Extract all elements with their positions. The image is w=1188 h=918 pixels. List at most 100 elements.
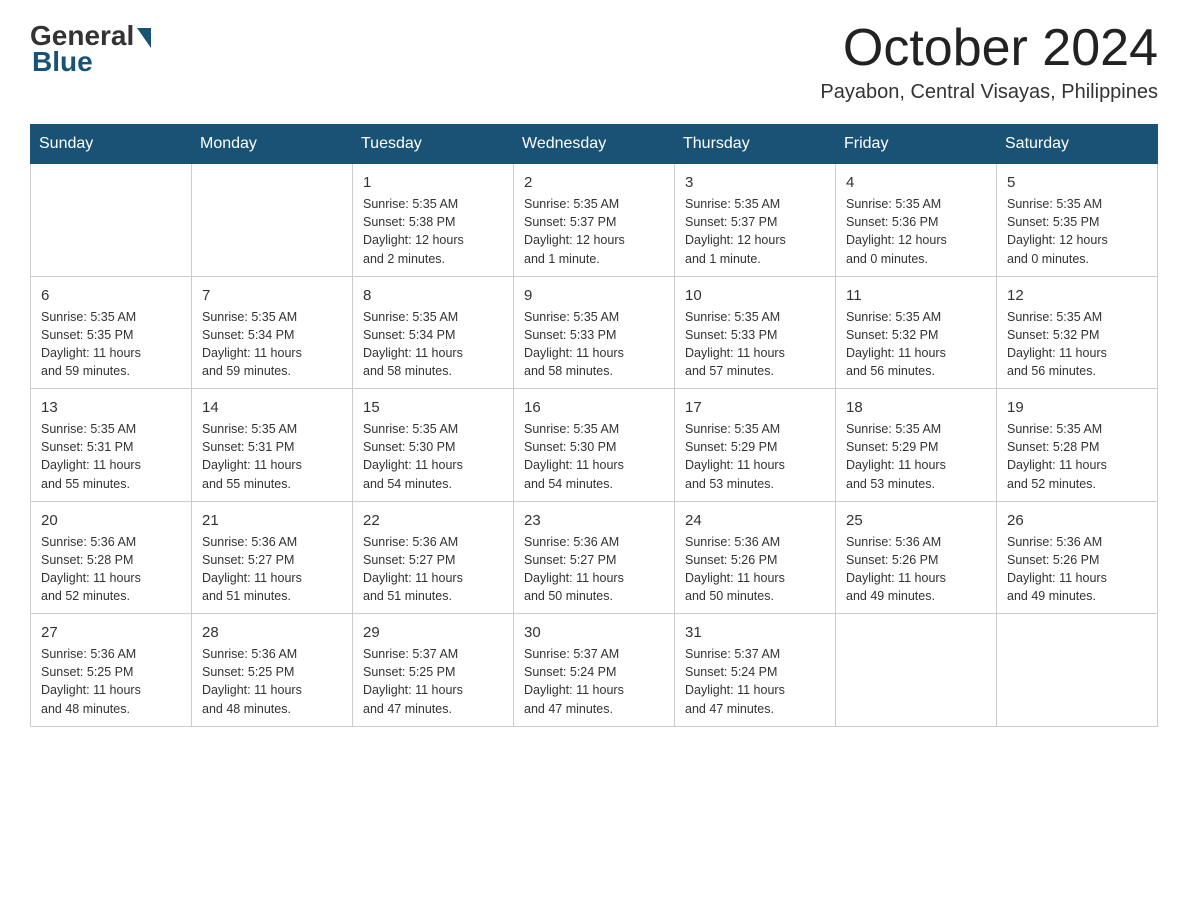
calendar-table: SundayMondayTuesdayWednesdayThursdayFrid…: [30, 124, 1158, 727]
calendar-cell: 18Sunrise: 5:35 AM Sunset: 5:29 PM Dayli…: [836, 389, 997, 502]
day-info: Sunrise: 5:37 AM Sunset: 5:25 PM Dayligh…: [363, 645, 503, 718]
day-info: Sunrise: 5:35 AM Sunset: 5:32 PM Dayligh…: [846, 308, 986, 381]
calendar-cell: [192, 164, 353, 277]
day-info: Sunrise: 5:36 AM Sunset: 5:27 PM Dayligh…: [202, 533, 342, 606]
day-number: 21: [202, 510, 342, 531]
calendar-cell: 28Sunrise: 5:36 AM Sunset: 5:25 PM Dayli…: [192, 614, 353, 727]
calendar-cell: 12Sunrise: 5:35 AM Sunset: 5:32 PM Dayli…: [997, 276, 1158, 389]
day-info: Sunrise: 5:35 AM Sunset: 5:30 PM Dayligh…: [363, 420, 503, 493]
logo-blue-text: Blue: [32, 46, 93, 78]
day-info: Sunrise: 5:35 AM Sunset: 5:29 PM Dayligh…: [846, 420, 986, 493]
calendar-cell: 2Sunrise: 5:35 AM Sunset: 5:37 PM Daylig…: [514, 164, 675, 277]
calendar-cell: 21Sunrise: 5:36 AM Sunset: 5:27 PM Dayli…: [192, 501, 353, 614]
calendar-week-row: 6Sunrise: 5:35 AM Sunset: 5:35 PM Daylig…: [31, 276, 1158, 389]
day-number: 29: [363, 622, 503, 643]
day-info: Sunrise: 5:35 AM Sunset: 5:28 PM Dayligh…: [1007, 420, 1147, 493]
calendar-week-row: 13Sunrise: 5:35 AM Sunset: 5:31 PM Dayli…: [31, 389, 1158, 502]
day-number: 12: [1007, 285, 1147, 306]
day-info: Sunrise: 5:35 AM Sunset: 5:32 PM Dayligh…: [1007, 308, 1147, 381]
title-section: October 2024 Payabon, Central Visayas, P…: [820, 20, 1158, 104]
day-info: Sunrise: 5:36 AM Sunset: 5:26 PM Dayligh…: [685, 533, 825, 606]
day-info: Sunrise: 5:35 AM Sunset: 5:33 PM Dayligh…: [524, 308, 664, 381]
day-info: Sunrise: 5:36 AM Sunset: 5:27 PM Dayligh…: [524, 533, 664, 606]
calendar-cell: 17Sunrise: 5:35 AM Sunset: 5:29 PM Dayli…: [675, 389, 836, 502]
location-title: Payabon, Central Visayas, Philippines: [820, 81, 1158, 104]
day-number: 1: [363, 172, 503, 193]
day-number: 23: [524, 510, 664, 531]
weekday-header-saturday: Saturday: [997, 125, 1158, 164]
calendar-cell: 16Sunrise: 5:35 AM Sunset: 5:30 PM Dayli…: [514, 389, 675, 502]
weekday-header-sunday: Sunday: [31, 125, 192, 164]
page-header: General Blue October 2024 Payabon, Centr…: [30, 20, 1158, 104]
calendar-cell: 13Sunrise: 5:35 AM Sunset: 5:31 PM Dayli…: [31, 389, 192, 502]
day-number: 8: [363, 285, 503, 306]
calendar-cell: 23Sunrise: 5:36 AM Sunset: 5:27 PM Dayli…: [514, 501, 675, 614]
day-number: 27: [41, 622, 181, 643]
calendar-cell: [31, 164, 192, 277]
weekday-header-monday: Monday: [192, 125, 353, 164]
day-number: 14: [202, 397, 342, 418]
calendar-cell: 1Sunrise: 5:35 AM Sunset: 5:38 PM Daylig…: [353, 164, 514, 277]
day-info: Sunrise: 5:35 AM Sunset: 5:35 PM Dayligh…: [41, 308, 181, 381]
day-info: Sunrise: 5:35 AM Sunset: 5:31 PM Dayligh…: [202, 420, 342, 493]
day-info: Sunrise: 5:36 AM Sunset: 5:25 PM Dayligh…: [41, 645, 181, 718]
day-info: Sunrise: 5:35 AM Sunset: 5:35 PM Dayligh…: [1007, 195, 1147, 268]
calendar-cell: 19Sunrise: 5:35 AM Sunset: 5:28 PM Dayli…: [997, 389, 1158, 502]
day-info: Sunrise: 5:36 AM Sunset: 5:26 PM Dayligh…: [846, 533, 986, 606]
month-title: October 2024: [820, 20, 1158, 77]
calendar-cell: [997, 614, 1158, 727]
day-number: 30: [524, 622, 664, 643]
day-number: 28: [202, 622, 342, 643]
day-number: 13: [41, 397, 181, 418]
calendar-cell: [836, 614, 997, 727]
weekday-header-wednesday: Wednesday: [514, 125, 675, 164]
weekday-header-friday: Friday: [836, 125, 997, 164]
day-info: Sunrise: 5:35 AM Sunset: 5:34 PM Dayligh…: [363, 308, 503, 381]
day-info: Sunrise: 5:35 AM Sunset: 5:29 PM Dayligh…: [685, 420, 825, 493]
day-info: Sunrise: 5:37 AM Sunset: 5:24 PM Dayligh…: [524, 645, 664, 718]
day-number: 16: [524, 397, 664, 418]
day-info: Sunrise: 5:36 AM Sunset: 5:26 PM Dayligh…: [1007, 533, 1147, 606]
calendar-week-row: 20Sunrise: 5:36 AM Sunset: 5:28 PM Dayli…: [31, 501, 1158, 614]
day-info: Sunrise: 5:36 AM Sunset: 5:25 PM Dayligh…: [202, 645, 342, 718]
day-number: 24: [685, 510, 825, 531]
calendar-cell: 14Sunrise: 5:35 AM Sunset: 5:31 PM Dayli…: [192, 389, 353, 502]
day-info: Sunrise: 5:35 AM Sunset: 5:34 PM Dayligh…: [202, 308, 342, 381]
day-number: 18: [846, 397, 986, 418]
day-number: 6: [41, 285, 181, 306]
day-info: Sunrise: 5:35 AM Sunset: 5:33 PM Dayligh…: [685, 308, 825, 381]
day-number: 9: [524, 285, 664, 306]
day-number: 4: [846, 172, 986, 193]
day-number: 31: [685, 622, 825, 643]
calendar-cell: 24Sunrise: 5:36 AM Sunset: 5:26 PM Dayli…: [675, 501, 836, 614]
calendar-cell: 11Sunrise: 5:35 AM Sunset: 5:32 PM Dayli…: [836, 276, 997, 389]
calendar-cell: 3Sunrise: 5:35 AM Sunset: 5:37 PM Daylig…: [675, 164, 836, 277]
calendar-cell: 5Sunrise: 5:35 AM Sunset: 5:35 PM Daylig…: [997, 164, 1158, 277]
calendar-week-row: 1Sunrise: 5:35 AM Sunset: 5:38 PM Daylig…: [31, 164, 1158, 277]
calendar-cell: 10Sunrise: 5:35 AM Sunset: 5:33 PM Dayli…: [675, 276, 836, 389]
day-number: 3: [685, 172, 825, 193]
day-info: Sunrise: 5:36 AM Sunset: 5:28 PM Dayligh…: [41, 533, 181, 606]
day-number: 5: [1007, 172, 1147, 193]
day-number: 20: [41, 510, 181, 531]
day-number: 17: [685, 397, 825, 418]
day-info: Sunrise: 5:35 AM Sunset: 5:37 PM Dayligh…: [685, 195, 825, 268]
day-number: 10: [685, 285, 825, 306]
day-info: Sunrise: 5:35 AM Sunset: 5:37 PM Dayligh…: [524, 195, 664, 268]
calendar-cell: 27Sunrise: 5:36 AM Sunset: 5:25 PM Dayli…: [31, 614, 192, 727]
logo: General Blue: [30, 20, 151, 78]
day-info: Sunrise: 5:35 AM Sunset: 5:31 PM Dayligh…: [41, 420, 181, 493]
day-number: 26: [1007, 510, 1147, 531]
calendar-cell: 30Sunrise: 5:37 AM Sunset: 5:24 PM Dayli…: [514, 614, 675, 727]
day-number: 22: [363, 510, 503, 531]
day-info: Sunrise: 5:35 AM Sunset: 5:36 PM Dayligh…: [846, 195, 986, 268]
calendar-cell: 31Sunrise: 5:37 AM Sunset: 5:24 PM Dayli…: [675, 614, 836, 727]
calendar-cell: 6Sunrise: 5:35 AM Sunset: 5:35 PM Daylig…: [31, 276, 192, 389]
weekday-header-tuesday: Tuesday: [353, 125, 514, 164]
day-number: 2: [524, 172, 664, 193]
day-info: Sunrise: 5:36 AM Sunset: 5:27 PM Dayligh…: [363, 533, 503, 606]
calendar-cell: 4Sunrise: 5:35 AM Sunset: 5:36 PM Daylig…: [836, 164, 997, 277]
day-number: 25: [846, 510, 986, 531]
calendar-week-row: 27Sunrise: 5:36 AM Sunset: 5:25 PM Dayli…: [31, 614, 1158, 727]
calendar-cell: 26Sunrise: 5:36 AM Sunset: 5:26 PM Dayli…: [997, 501, 1158, 614]
